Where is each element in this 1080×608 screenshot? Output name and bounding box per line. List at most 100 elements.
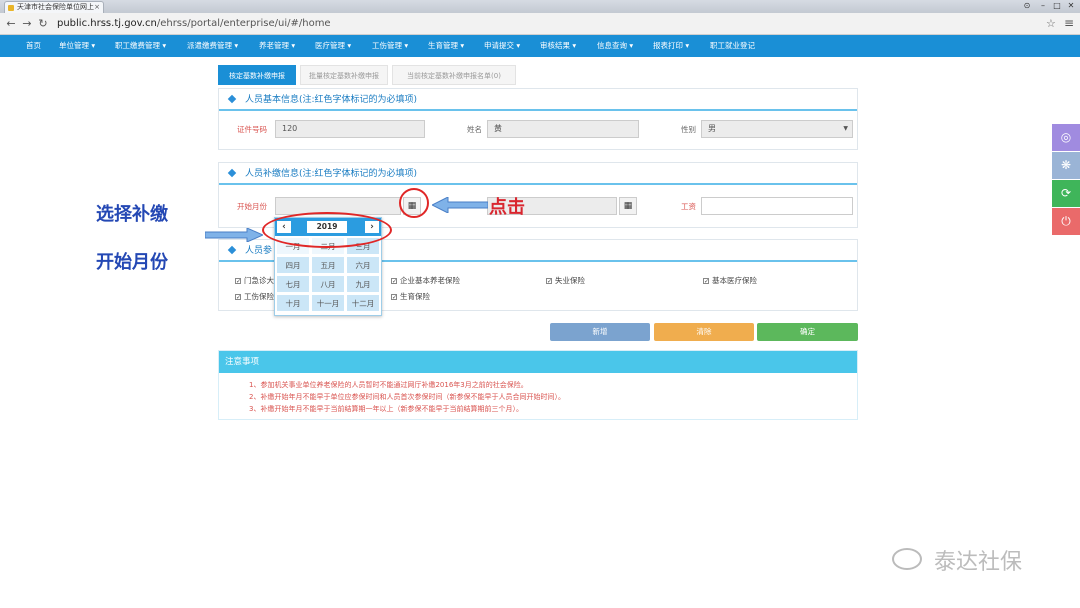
url-field[interactable]: public.hrss.tj.gov.cn/ehrss/portal/enter… — [55, 16, 1055, 32]
id-label: 证件号码 — [237, 125, 267, 134]
nav-report[interactable]: 报表打印 ▾ — [653, 35, 689, 57]
nav-audit[interactable]: 审核结果 ▾ — [540, 35, 576, 57]
bookmark-star-icon[interactable]: ☆ — [1046, 17, 1056, 30]
browser-tab[interactable]: 天津市社会保险单位网上 × — [4, 1, 104, 13]
favicon-icon — [8, 5, 14, 11]
watermark-text: 泰达社保 — [934, 550, 1023, 575]
add-button[interactable]: 新增 — [550, 323, 650, 341]
checkbox-pension[interactable]: ✓ 企业基本养老保险 — [391, 275, 460, 286]
confirm-button[interactable]: 确定 — [757, 323, 858, 341]
checkbox-label: 生育保险 — [400, 292, 430, 301]
month-12[interactable]: 十二月 — [346, 294, 380, 312]
browser-menu-icon[interactable]: ≡ — [1064, 16, 1074, 30]
user-icon[interactable]: ⊙ — [1020, 1, 1034, 11]
nav-maternity[interactable]: 生育管理 ▾ — [428, 35, 464, 57]
highlight-ring-calendar — [399, 188, 429, 218]
tab-close-icon[interactable]: × — [94, 2, 100, 13]
clear-button[interactable]: 清除 — [654, 323, 754, 341]
nav-home[interactable]: 首页 — [26, 35, 41, 57]
highlight-ring-year — [262, 212, 392, 248]
gender-value: 男 — [708, 124, 716, 133]
notice-line-3: 3、补缴开始年月不能早于当前结算期一年以上（新参保不能早于当前结算期前三个月）。 — [249, 405, 523, 413]
checkbox-label: 失业保险 — [555, 276, 585, 285]
window-close-icon[interactable]: ✕ — [1064, 1, 1078, 11]
nav-employment[interactable]: 职工就业登记 — [710, 35, 755, 57]
wechat-logo-icon — [892, 548, 922, 570]
forward-icon[interactable]: → — [20, 17, 34, 31]
annotation-click: 点击 — [489, 197, 525, 218]
back-icon[interactable]: ← — [4, 17, 18, 31]
check-icon: ✓ — [391, 278, 398, 285]
notice-panel: 注意事项 1、参加机关事业单位养老保险的人员暂时不能通过网厅补缴2016年3月之… — [218, 350, 858, 420]
end-calendar-button[interactable]: ▦ — [619, 197, 637, 215]
checkbox-label: 门急诊大 — [244, 276, 274, 285]
checkbox-unemployment[interactable]: ✓ 失业保险 — [546, 275, 585, 286]
diamond-icon — [227, 94, 237, 104]
start-month-label: 开始月份 — [237, 202, 267, 211]
month-5[interactable]: 五月 — [311, 256, 345, 274]
gender-select[interactable]: 男 ▼ — [701, 120, 853, 138]
basic-info-panel: 人员基本信息(注:红色字体标记的为必填项) 证件号码 120 姓名 黄 性别 男… — [218, 88, 858, 150]
basic-info-header: 人员基本信息(注:红色字体标记的为必填项) — [219, 89, 857, 111]
month-7[interactable]: 七月 — [276, 275, 310, 293]
chat-icon[interactable]: ◎ — [1052, 124, 1080, 151]
annotation-select-line1: 选择补缴 — [96, 204, 168, 225]
tree-icon[interactable]: ❋ — [1052, 152, 1080, 179]
nav-unit[interactable]: 单位管理 ▾ — [59, 35, 95, 57]
annotation-select-line2: 开始月份 — [96, 252, 168, 273]
gender-label: 性别 — [681, 125, 696, 134]
supp-info-title: 人员补缴信息(注:红色字体标记的为必填项) — [245, 169, 418, 179]
month-10[interactable]: 十月 — [276, 294, 310, 312]
browser-tabbar: 天津市社会保险单位网上 × ⊙ – □ ✕ — [0, 0, 1080, 13]
wage-label: 工资 — [681, 202, 696, 211]
main-nav: 首页 单位管理 ▾ 职工缴费管理 ▾ 派遣缴费管理 ▾ 养老管理 ▾ 医疗管理 … — [0, 35, 1080, 57]
insurance-title: 人员参 — [245, 246, 273, 256]
arrow-left-icon — [432, 197, 488, 213]
checkbox-maternity[interactable]: ✓ 生育保险 — [391, 291, 430, 302]
nav-injury[interactable]: 工伤管理 ▾ — [372, 35, 408, 57]
checkbox-medical[interactable]: ✓ 基本医疗保险 — [703, 275, 757, 286]
notice-line-2: 2、补缴开始年月不能早于单位应参保时间和人员首次参保时间（新参保不能早于人员合同… — [249, 393, 565, 401]
name-label: 姓名 — [467, 125, 482, 134]
check-icon: ✓ — [391, 294, 398, 301]
month-8[interactable]: 八月 — [311, 275, 345, 293]
refresh-icon[interactable]: ⟳ — [1052, 180, 1080, 207]
tab-single[interactable]: 核定基数补缴申报 — [218, 65, 296, 85]
name-field[interactable]: 黄 — [487, 120, 639, 138]
checkbox-label: 基本医疗保险 — [712, 276, 757, 285]
nav-staff-pay[interactable]: 职工缴费管理 ▾ — [115, 35, 166, 57]
arrow-right-icon — [205, 228, 263, 242]
diamond-icon — [227, 168, 237, 178]
month-6[interactable]: 六月 — [346, 256, 380, 274]
month-11[interactable]: 十一月 — [311, 294, 345, 312]
wage-input[interactable] — [701, 197, 853, 215]
checkbox-outpatient[interactable]: ✓ 门急诊大 — [235, 275, 274, 286]
power-icon[interactable]: ⏻ — [1052, 208, 1080, 235]
reload-icon[interactable]: ↻ — [36, 17, 50, 31]
check-icon: ✓ — [235, 294, 242, 301]
nav-pension[interactable]: 养老管理 ▾ — [259, 35, 295, 57]
tab-list[interactable]: 当前核定基数补缴申报名单(0) — [392, 65, 516, 85]
check-icon: ✓ — [546, 278, 553, 285]
tab-batch[interactable]: 批量核定基数补缴申报 — [300, 65, 388, 85]
calendar-icon: ▦ — [623, 201, 633, 211]
maximize-icon[interactable]: □ — [1050, 1, 1064, 11]
check-icon: ✓ — [235, 278, 242, 285]
minimize-icon[interactable]: – — [1036, 1, 1050, 11]
nav-dispatch-pay[interactable]: 派遣缴费管理 ▾ — [187, 35, 238, 57]
month-9[interactable]: 九月 — [346, 275, 380, 293]
supp-info-header: 人员补缴信息(注:红色字体标记的为必填项) — [219, 163, 857, 185]
checkbox-injury[interactable]: ✓ 工伤保险 — [235, 291, 274, 302]
checkbox-label: 企业基本养老保险 — [400, 276, 460, 285]
basic-info-title: 人员基本信息(注:红色字体标记的为必填项) — [245, 95, 418, 105]
check-icon: ✓ — [703, 278, 710, 285]
id-number-field[interactable]: 120 — [275, 120, 425, 138]
month-4[interactable]: 四月 — [276, 256, 310, 274]
browser-tab-title: 天津市社会保险单位网上 — [17, 3, 94, 11]
nav-query[interactable]: 信息查询 ▾ — [597, 35, 633, 57]
nav-medical[interactable]: 医疗管理 ▾ — [315, 35, 351, 57]
nav-submit[interactable]: 申请提交 ▾ — [484, 35, 520, 57]
diamond-icon — [227, 245, 237, 255]
address-bar: ← → ↻ public.hrss.tj.gov.cn/ehrss/portal… — [0, 13, 1080, 35]
notice-title: 注意事项 — [219, 351, 857, 373]
